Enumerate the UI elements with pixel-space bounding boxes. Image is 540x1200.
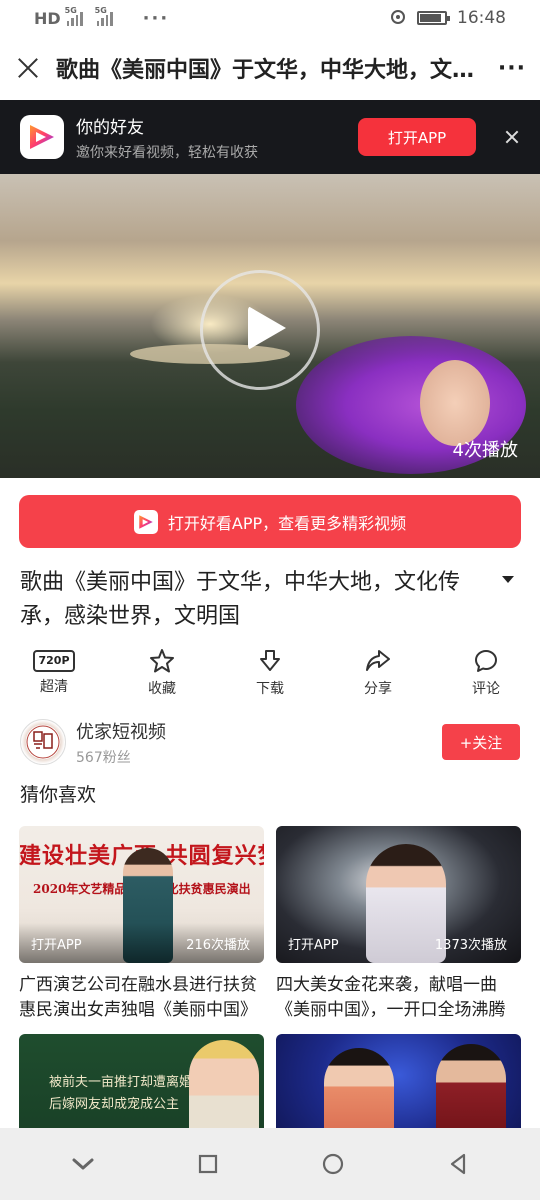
sim1-label: 5G xyxy=(64,6,77,15)
author-name[interactable]: 优家短视频 xyxy=(76,718,442,744)
card-thumbnail[interactable]: 建设壮美广西 共圆复兴梦想 2020年文艺精品工程 文化扶贫惠民演出 打开APP… xyxy=(19,826,264,963)
thumb-caption-line: 被前夫一亩推打却遭离婚 xyxy=(49,1075,193,1090)
page-title: 歌曲《美丽中国》于文华，中华大地，文化传承，感染世界，文明国 xyxy=(56,58,486,83)
avatar[interactable] xyxy=(20,719,66,765)
banner-subtitle: 邀你来好看视频，轻松有收获 xyxy=(76,144,258,161)
chevron-down-icon[interactable] xyxy=(68,1149,98,1179)
haokan-logo-icon xyxy=(20,115,64,159)
author-fans: 567粉丝 xyxy=(76,749,131,766)
thumb-caption-line: 后嫁网友却成宠成公主 xyxy=(49,1097,180,1112)
status-left: HD 5G 5G ··· xyxy=(34,6,170,29)
open-app-tag[interactable]: 打开APP xyxy=(31,934,82,953)
card-title[interactable]: 广西演艺公司在融水县进行扶贫惠民演出女声独唱《美丽中国》 xyxy=(19,973,264,1023)
sim2-label: 5G xyxy=(94,6,107,15)
video-player[interactable]: 4次播放 xyxy=(0,174,540,478)
expand-title-icon[interactable] xyxy=(502,576,514,583)
share-icon xyxy=(366,650,390,671)
card-title[interactable]: 四大美女金花来袭，献唱一曲《美丽中国》，一开口全场沸腾 xyxy=(276,973,521,1023)
location-icon xyxy=(391,10,405,24)
share-button[interactable]: 分享 xyxy=(324,648,432,698)
banner-text: 你的好友 邀你来好看视频，轻松有收获 xyxy=(76,113,358,162)
status-bar: HD 5G 5G ··· 16:48 xyxy=(0,0,540,36)
recents-icon[interactable] xyxy=(193,1149,223,1179)
clock: 16:48 xyxy=(457,8,506,28)
follow-button[interactable]: +关注 xyxy=(442,724,520,760)
comment-icon xyxy=(475,650,497,672)
battery-icon xyxy=(417,11,450,25)
video-frame-singer xyxy=(420,360,490,446)
app-download-banner: 你的好友 邀你来好看视频，轻松有收获 打开APP xyxy=(0,100,540,174)
status-right: 16:48 xyxy=(389,8,506,28)
play-icon[interactable] xyxy=(248,306,286,350)
notification-dots: ··· xyxy=(142,7,170,29)
signal-icon: 5G xyxy=(65,6,83,26)
author-info: 优家短视频 567粉丝 xyxy=(76,718,442,767)
card-thumbnail[interactable]: 打开APP 1373次播放 xyxy=(276,826,521,963)
share-label: 分享 xyxy=(364,681,392,697)
home-icon[interactable] xyxy=(318,1149,348,1179)
recommend-section-title: 猜你喜欢 xyxy=(20,784,97,806)
open-app-promo-label: 打开好看APP，查看更多精彩视频 xyxy=(167,513,407,533)
haokan-logo-icon xyxy=(133,509,158,534)
quality-label: 超清 xyxy=(40,679,68,695)
quality-button[interactable]: 720P 超清 xyxy=(0,648,108,698)
close-icon[interactable] xyxy=(14,54,42,82)
close-banner-icon[interactable] xyxy=(504,129,520,145)
hd-indicator: HD xyxy=(34,8,61,28)
play-count: 4次播放 xyxy=(452,440,518,461)
comment-label: 评论 xyxy=(472,681,500,697)
action-bar: 720P 超清 收藏 下载 分享 评论 xyxy=(0,648,540,698)
comment-button[interactable]: 评论 xyxy=(432,648,540,698)
more-icon[interactable]: ··· xyxy=(486,56,526,81)
favorite-label: 收藏 xyxy=(148,681,176,697)
nav-bar: 歌曲《美丽中国》于文华，中华大地，文化传承，感染世界，文明国 ··· xyxy=(0,36,540,100)
system-nav-bar xyxy=(0,1128,540,1200)
thumb-caption: 被前夫一亩推打却遭离婚 后嫁网友却成宠成公主 xyxy=(49,1072,192,1116)
banner-title: 你的好友 xyxy=(76,117,144,138)
back-icon[interactable] xyxy=(443,1149,473,1179)
open-app-button[interactable]: 打开APP xyxy=(358,118,476,156)
card-play-count: 216次播放 xyxy=(186,938,250,953)
hd-720p-icon: 720P xyxy=(33,650,75,672)
star-icon xyxy=(150,649,174,673)
avatar-seal-icon xyxy=(26,725,60,759)
author-row: 优家短视频 567粉丝 +关注 xyxy=(20,716,520,768)
open-app-tag[interactable]: 打开APP xyxy=(288,934,339,953)
video-title: 歌曲《美丽中国》于文华，中华大地，文化传承，感染世界，文明国 xyxy=(20,570,461,629)
thumb-singer xyxy=(189,1040,259,1140)
recommend-card[interactable]: 打开APP 1373次播放 四大美女金花来袭，献唱一曲《美丽中国》，一开口全场沸… xyxy=(276,826,521,1023)
signal-icon: 5G xyxy=(95,6,113,26)
download-button[interactable]: 下载 xyxy=(216,648,324,698)
card-play-count: 1373次播放 xyxy=(434,938,507,953)
recommend-card[interactable]: 建设壮美广西 共圆复兴梦想 2020年文艺精品工程 文化扶贫惠民演出 打开APP… xyxy=(19,826,264,1023)
download-icon xyxy=(260,650,280,671)
download-label: 下载 xyxy=(256,681,284,697)
favorite-button[interactable]: 收藏 xyxy=(108,648,216,698)
open-app-promo-button[interactable]: 打开好看APP，查看更多精彩视频 xyxy=(19,495,521,548)
